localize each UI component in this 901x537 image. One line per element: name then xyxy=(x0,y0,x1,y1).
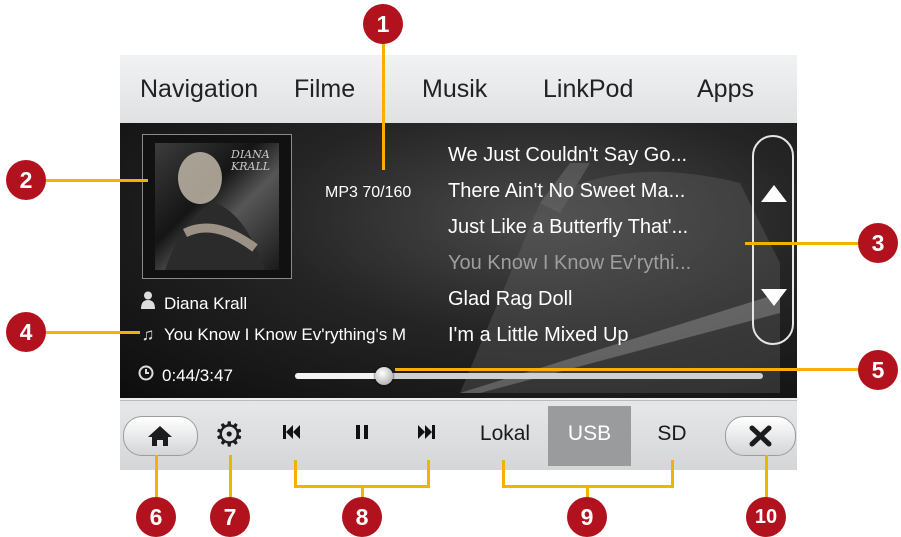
playlist-item[interactable]: I'm a Little Mixed Up xyxy=(448,317,753,353)
source-lokal[interactable]: Lokal xyxy=(467,401,543,470)
callout-6: 6 xyxy=(136,497,176,537)
person-icon xyxy=(138,291,158,314)
elapsed-time: 0:44/3:47 xyxy=(138,365,233,386)
top-nav-bar: Navigation Filme Musik LinkPod Apps xyxy=(120,55,797,124)
scroll-down-icon[interactable] xyxy=(761,289,787,306)
callout-4: 4 xyxy=(6,312,46,352)
close-button[interactable] xyxy=(725,416,796,456)
home-icon xyxy=(148,426,172,446)
leader-line-4 xyxy=(38,331,140,334)
head-unit-screen: Navigation Filme Musik LinkPod Apps DIAN… xyxy=(120,55,797,470)
next-button[interactable] xyxy=(416,421,436,449)
nav-linkpod[interactable]: LinkPod xyxy=(543,55,633,123)
leader-line-10 xyxy=(765,455,768,500)
callout-2: 2 xyxy=(6,160,46,200)
progress-fill xyxy=(295,373,384,379)
callout-5: 5 xyxy=(858,350,898,390)
playlist: We Just Couldn't Say Go... There Ain't N… xyxy=(448,137,753,353)
album-art: DIANA KRALL xyxy=(142,134,292,279)
home-button[interactable] xyxy=(123,416,198,456)
playlist-item[interactable]: You Know I Know Ev'rythi... xyxy=(448,245,753,281)
leader-line-8b xyxy=(427,460,430,487)
playlist-item[interactable]: We Just Couldn't Say Go... xyxy=(448,137,753,173)
artist-row: Diana Krall xyxy=(138,291,247,314)
progress-bar[interactable] xyxy=(295,367,763,385)
close-icon xyxy=(749,425,772,447)
nav-musik[interactable]: Musik xyxy=(422,55,487,123)
leader-line-5 xyxy=(395,368,863,371)
next-icon xyxy=(418,425,435,439)
source-usb[interactable]: USB xyxy=(548,406,631,466)
artist-name: Diana Krall xyxy=(164,294,248,313)
callout-7: 7 xyxy=(210,497,250,537)
playlist-item[interactable]: Glad Rag Doll xyxy=(448,281,753,317)
previous-button[interactable] xyxy=(282,421,302,449)
callout-1: 1 xyxy=(363,4,403,44)
settings-button[interactable]: ⚙ xyxy=(214,415,244,455)
nav-navigation[interactable]: Navigation xyxy=(140,55,258,123)
leader-line-6 xyxy=(155,455,158,500)
previous-icon xyxy=(283,425,300,439)
leader-line-3 xyxy=(745,242,863,245)
track-counter: MP3 70/160 xyxy=(325,184,412,201)
time-readout: 0:44/3:47 xyxy=(162,366,233,385)
progress-knob[interactable] xyxy=(374,367,393,385)
bottom-control-bar: ⚙ Lokal USB SD xyxy=(120,400,797,470)
callout-3: 3 xyxy=(858,223,898,263)
song-title: You Know I Know Ev'rything's M xyxy=(164,325,407,344)
playlist-item[interactable]: There Ain't No Sweet Ma... xyxy=(448,173,753,209)
leader-line-9b xyxy=(671,460,674,487)
gear-icon: ⚙ xyxy=(214,416,245,454)
nav-filme[interactable]: Filme xyxy=(294,55,355,123)
leader-line-8a xyxy=(294,460,297,487)
music-player-panel: DIANA KRALL MP3 70/160 Diana Krall ♫ You … xyxy=(120,123,797,398)
pause-icon xyxy=(356,425,368,439)
clock-icon xyxy=(138,365,158,386)
leader-line-1 xyxy=(382,43,385,170)
album-cover-image: DIANA KRALL xyxy=(155,143,279,270)
leader-line-7 xyxy=(229,455,232,500)
callout-10: 10 xyxy=(746,497,786,537)
leader-line-9a xyxy=(502,460,505,487)
song-row: ♫ You Know I Know Ev'rything's M xyxy=(138,325,406,345)
playlist-scroller xyxy=(752,135,794,345)
nav-apps[interactable]: Apps xyxy=(697,55,754,123)
playlist-item[interactable]: Just Like a Butterfly That'... xyxy=(448,209,753,245)
callout-9: 9 xyxy=(567,497,607,537)
leader-line-2 xyxy=(38,179,148,182)
callout-8: 8 xyxy=(342,497,382,537)
pause-button[interactable] xyxy=(354,421,370,449)
scroll-up-icon[interactable] xyxy=(761,185,787,202)
music-note-icon: ♫ xyxy=(141,325,155,344)
